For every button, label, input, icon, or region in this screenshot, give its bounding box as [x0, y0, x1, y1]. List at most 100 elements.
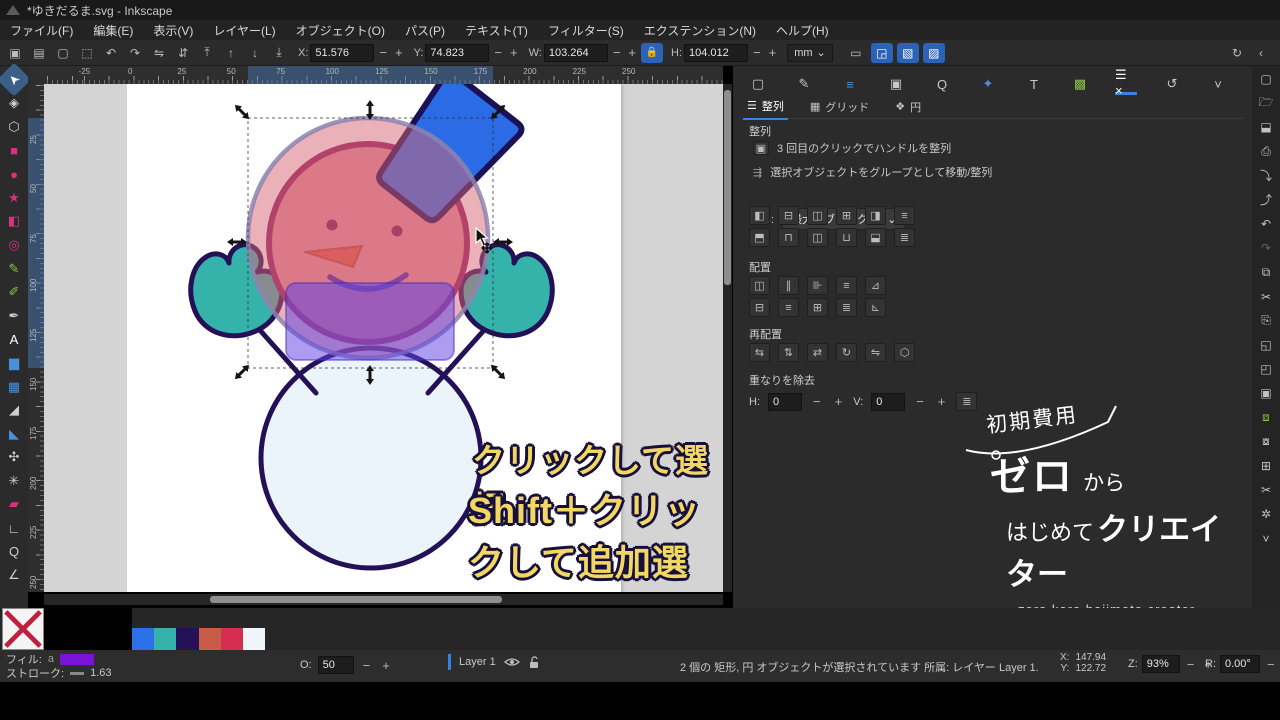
dock-tab-0[interactable]: ☰整列 — [743, 96, 788, 120]
distribute-button-r1-0[interactable]: ◫ — [749, 276, 770, 295]
paste-icon[interactable]: ⎘ — [1256, 312, 1276, 330]
selector-option-icon-9[interactable]: ↑ — [220, 43, 242, 63]
rearrange-button-3[interactable]: ↻ — [836, 343, 857, 362]
selector-option-icon-7[interactable]: ⇵ — [172, 43, 194, 63]
x-field[interactable]: 51.576 — [310, 44, 374, 62]
open-icon[interactable]: 🗁 — [1256, 94, 1276, 112]
zoom-minus-button[interactable]: − — [1184, 657, 1198, 672]
align-button-r1-1[interactable]: ⊟ — [778, 206, 799, 225]
move-as-group-icon[interactable]: ⇶ — [753, 166, 762, 179]
pencil-tool[interactable]: ✎ — [2, 257, 26, 281]
swatch-orange[interactable] — [199, 628, 221, 650]
menu-item-7[interactable]: フィルター(S) — [538, 20, 634, 41]
dropper-tool[interactable]: ◢ — [2, 398, 26, 422]
x-plus-button[interactable]: + — [392, 45, 406, 60]
h-plus-button[interactable]: + — [766, 45, 780, 60]
distribute-button-r1-4[interactable]: ⊿ — [865, 276, 886, 295]
selector-option-icon-3[interactable]: ⬚ — [76, 43, 98, 63]
undo-icon[interactable]: ↶ — [1256, 215, 1276, 233]
unit-dropdown[interactable]: mm ⌄ — [787, 44, 833, 62]
w-field[interactable]: 103.264 — [544, 44, 608, 62]
align-button-r2-4[interactable]: ⬓ — [865, 228, 886, 247]
menu-item-0[interactable]: ファイル(F) — [0, 20, 83, 41]
group-icon[interactable]: ⧈ — [1256, 409, 1276, 427]
layer-selector[interactable]: Layer 1 — [459, 656, 496, 668]
zoom-drawing-icon[interactable]: ◰ — [1256, 360, 1276, 378]
selection-handle-nw[interactable] — [232, 102, 252, 122]
w-minus-button[interactable]: − — [610, 45, 624, 60]
mesh-gradient-tool[interactable]: ▦ — [2, 375, 26, 399]
selector-option-icon-4[interactable]: ↶ — [100, 43, 122, 63]
save-icon[interactable]: ⬓ — [1256, 118, 1276, 136]
ruler-corner[interactable] — [28, 66, 44, 84]
selector-option-icon-11[interactable]: ⤓ — [268, 43, 290, 63]
opacity-plus-button[interactable]: + — [379, 658, 393, 673]
distribute-button-r1-2[interactable]: ⊪ — [807, 276, 828, 295]
scale-toggle-icon-1[interactable]: ◲ — [871, 43, 893, 63]
h-field[interactable]: 104.012 — [684, 44, 748, 62]
horizontal-scrollbar-thumb[interactable] — [210, 596, 502, 603]
swatch-black-1[interactable] — [44, 608, 88, 650]
overlap-v-field[interactable]: 0 — [871, 393, 905, 411]
overlap-h-plus-button[interactable]: + — [832, 394, 846, 409]
align-button-r1-4[interactable]: ◨ — [865, 206, 886, 225]
selector-option-icon-8[interactable]: ⤒ — [196, 43, 218, 63]
print-icon[interactable]: ⎙ — [1256, 143, 1276, 161]
align-button-r2-0[interactable]: ⬒ — [749, 228, 770, 247]
dock-tab-1[interactable]: ▦グリッド — [806, 97, 873, 119]
object-properties-icon[interactable]: ▣ — [885, 73, 907, 95]
layers-icon[interactable]: ≡ — [839, 73, 861, 95]
vertical-scrollbar-thumb[interactable] — [724, 90, 731, 285]
text-tool[interactable]: A — [2, 328, 26, 352]
selection-handle-se[interactable] — [488, 362, 508, 382]
align-handles-checkbox[interactable]: ▣ — [753, 141, 769, 155]
rearrange-button-1[interactable]: ⇅ — [778, 343, 799, 362]
selected-rect-object[interactable] — [286, 283, 454, 360]
fill-color-swatch[interactable] — [60, 654, 94, 665]
new-document-icon[interactable]: ▢ — [1256, 70, 1276, 88]
align-button-r2-2[interactable]: ◫ — [807, 228, 828, 247]
y-minus-button[interactable]: − — [491, 45, 505, 60]
document-properties-icon[interactable]: ▢ — [747, 73, 769, 95]
zoom-page-icon[interactable]: ▣ — [1256, 384, 1276, 402]
cut-icon[interactable]: ✂ — [1256, 288, 1276, 306]
overlap-h-field[interactable]: 0 — [768, 393, 802, 411]
align-button-r1-5[interactable]: ≡ — [894, 206, 915, 225]
align-dialog-icon[interactable]: ☰ × — [1115, 73, 1137, 95]
align-button-r1-3[interactable]: ⊞ — [836, 206, 857, 225]
swatch-snow[interactable] — [243, 628, 265, 650]
rearrange-button-5[interactable]: ⬡ — [894, 343, 915, 362]
rearrange-button-2[interactable]: ⇄ — [807, 343, 828, 362]
swatch-black-2[interactable] — [88, 608, 132, 650]
swatch-blue[interactable] — [132, 628, 154, 650]
selector-option-icon-1[interactable]: ▤ — [28, 43, 50, 63]
ellipse-tool[interactable]: ● — [2, 162, 26, 186]
selector-option-icon-5[interactable]: ↷ — [124, 43, 146, 63]
scale-toggle-icon-2[interactable]: ▧ — [897, 43, 919, 63]
fill-stroke-icon[interactable]: ✎ — [793, 73, 815, 95]
snap-options-icon[interactable]: ↻ — [1226, 43, 1248, 63]
duplicate-icon[interactable]: ⊞ — [1256, 457, 1276, 475]
overlap-h-minus-button[interactable]: − — [810, 394, 824, 409]
gradient-tool[interactable]: ▆ — [2, 351, 26, 375]
swatch-crimson[interactable] — [221, 628, 243, 650]
distribute-button-r2-1[interactable]: ≡ — [778, 298, 799, 317]
snap-icon[interactable]: ✲ — [1256, 505, 1276, 523]
rotation-minus-button[interactable]: − — [1264, 657, 1278, 672]
eraser-tool[interactable]: ▰ — [2, 493, 26, 517]
rearrange-button-0[interactable]: ⇆ — [749, 343, 770, 362]
opacity-minus-button[interactable]: − — [360, 658, 374, 673]
align-button-r1-2[interactable]: ◫ — [807, 206, 828, 225]
paint-bucket-tool[interactable]: ◣ — [2, 422, 26, 446]
rotation-field[interactable]: 0.00° — [1220, 655, 1260, 673]
distribute-button-r1-3[interactable]: ≡ — [836, 276, 857, 295]
import-icon[interactable]: ⤵ — [1256, 167, 1276, 185]
ungroup-icon[interactable]: ⧇ — [1256, 433, 1276, 451]
horizontal-ruler[interactable]: -250255075100125150175200225250 — [44, 66, 723, 84]
shape-builder-tool[interactable]: ⬡ — [2, 115, 26, 139]
spiral-tool[interactable]: ◎ — [2, 233, 26, 257]
lock-ratio-toggle[interactable]: 🔒 — [641, 43, 663, 63]
layer-visibility-icon[interactable] — [504, 656, 520, 668]
box-3d-tool[interactable]: ◧ — [2, 210, 26, 234]
rectangle-tool[interactable]: ■ — [2, 139, 26, 163]
